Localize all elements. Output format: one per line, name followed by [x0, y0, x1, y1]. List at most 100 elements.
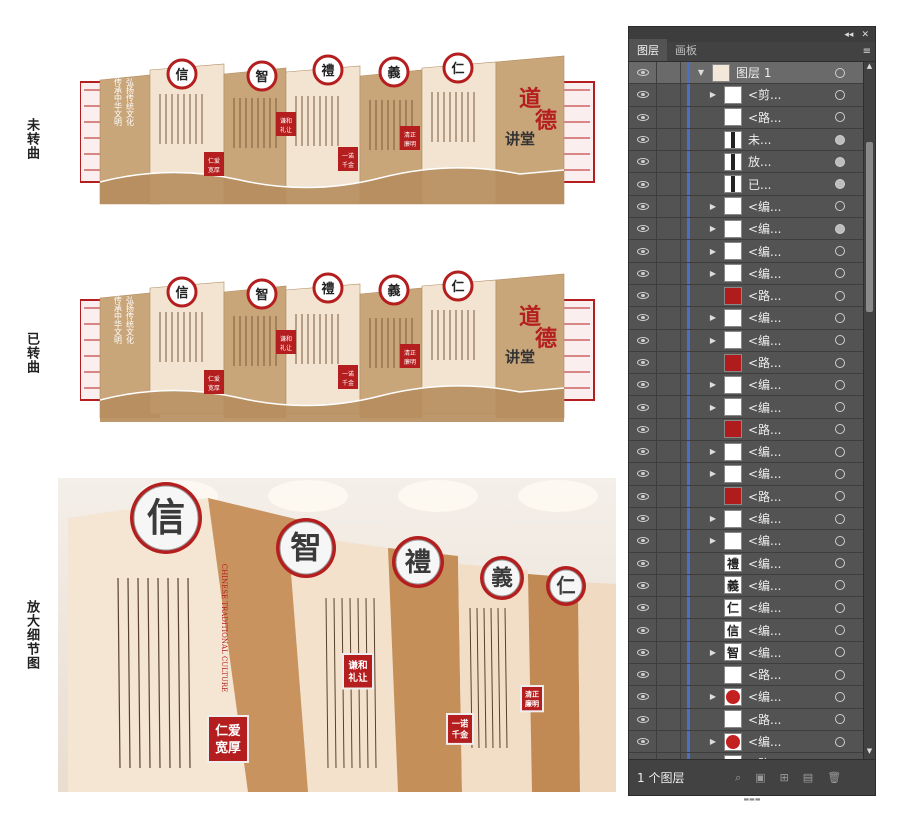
- expand-triangle-icon[interactable]: ▶: [706, 247, 720, 256]
- layer-row[interactable]: ▼ 图层 1: [629, 62, 875, 85]
- lock-toggle[interactable]: [657, 463, 681, 485]
- target-circle-icon[interactable]: [835, 246, 845, 257]
- lock-toggle[interactable]: [657, 619, 681, 641]
- layer-name[interactable]: <编...: [748, 443, 835, 460]
- layer-row[interactable]: ▶ <编...: [629, 218, 875, 241]
- expand-triangle-icon[interactable]: ▶: [706, 224, 720, 233]
- target-circle-icon[interactable]: [835, 714, 845, 725]
- visibility-eye-icon[interactable]: [629, 530, 657, 552]
- layer-name[interactable]: <剪...: [748, 86, 835, 103]
- expand-triangle-icon[interactable]: ▶: [706, 514, 720, 523]
- layer-name[interactable]: <编...: [748, 644, 835, 661]
- expand-triangle-icon[interactable]: ▶: [706, 90, 720, 99]
- target-circle-icon[interactable]: [835, 602, 845, 613]
- lock-toggle[interactable]: [657, 240, 681, 262]
- lock-toggle[interactable]: [657, 128, 681, 151]
- collapse-icon[interactable]: ◂◂: [844, 30, 853, 40]
- scrollbar-thumb[interactable]: [866, 142, 873, 312]
- visibility-eye-icon[interactable]: [629, 151, 657, 173]
- tab-artboards[interactable]: 画板: [667, 39, 705, 61]
- target-circle-icon[interactable]: [835, 468, 845, 479]
- visibility-eye-icon[interactable]: [629, 686, 657, 708]
- layer-name[interactable]: <编...: [748, 198, 835, 215]
- layer-name[interactable]: <编...: [748, 577, 835, 594]
- scroll-down-icon[interactable]: ▼: [864, 747, 875, 759]
- lock-toggle[interactable]: [657, 195, 681, 218]
- layer-row[interactable]: 禮 <编...: [629, 552, 875, 575]
- lock-toggle[interactable]: [657, 106, 681, 128]
- lock-toggle[interactable]: [657, 173, 681, 195]
- visibility-eye-icon[interactable]: [629, 374, 657, 396]
- lock-toggle[interactable]: [657, 552, 681, 574]
- lock-toggle[interactable]: [657, 262, 681, 284]
- lock-toggle[interactable]: [657, 284, 681, 307]
- layer-row[interactable]: ▶ <编...: [629, 195, 875, 219]
- target-circle-icon[interactable]: [835, 513, 845, 524]
- expand-triangle-icon[interactable]: ▶: [706, 403, 720, 412]
- layer-name[interactable]: <编...: [748, 532, 835, 549]
- layer-row[interactable]: <路...: [629, 418, 875, 442]
- expand-triangle-icon[interactable]: ▶: [706, 737, 720, 746]
- visibility-eye-icon[interactable]: [629, 128, 657, 151]
- target-circle-icon[interactable]: [835, 558, 845, 569]
- visibility-eye-icon[interactable]: [629, 664, 657, 686]
- lock-toggle[interactable]: [657, 84, 681, 106]
- target-circle-icon[interactable]: [835, 691, 845, 702]
- tab-layers[interactable]: 图层: [629, 39, 667, 61]
- delete-layer-icon[interactable]: 🗑: [827, 771, 841, 784]
- locate-object-icon[interactable]: ⌕: [735, 771, 741, 785]
- layer-name[interactable]: <编...: [748, 220, 835, 237]
- target-circle-icon[interactable]: [835, 290, 845, 301]
- target-circle-icon[interactable]: [835, 580, 845, 591]
- target-circle-icon[interactable]: [835, 669, 845, 680]
- target-circle-icon[interactable]: [835, 89, 845, 100]
- target-circle-icon[interactable]: [835, 647, 845, 658]
- layer-name[interactable]: <编...: [748, 733, 835, 750]
- expand-triangle-icon[interactable]: ▶: [706, 692, 720, 701]
- layer-row[interactable]: 仁 <编...: [629, 597, 875, 620]
- layer-name[interactable]: <编...: [748, 265, 835, 282]
- target-circle-icon[interactable]: [835, 312, 845, 323]
- lock-toggle[interactable]: [657, 530, 681, 552]
- layer-name[interactable]: <路...: [748, 421, 835, 438]
- lock-toggle[interactable]: [657, 686, 681, 708]
- layer-row[interactable]: ▶ <编...: [629, 507, 875, 531]
- expand-triangle-icon[interactable]: ▶: [706, 269, 720, 278]
- layer-row[interactable]: ▶ <编...: [629, 240, 875, 263]
- clipping-mask-icon[interactable]: ▣: [755, 771, 765, 784]
- lock-toggle[interactable]: [657, 151, 681, 173]
- target-circle-icon[interactable]: [835, 446, 845, 457]
- expand-triangle-icon[interactable]: ▼: [694, 68, 708, 77]
- layer-name[interactable]: <路...: [748, 287, 835, 304]
- layer-name[interactable]: <编...: [748, 688, 835, 705]
- layer-name[interactable]: <编...: [748, 399, 835, 416]
- layer-name[interactable]: <编...: [748, 309, 835, 326]
- visibility-eye-icon[interactable]: [629, 284, 657, 307]
- layer-row[interactable]: ▶ <剪...: [629, 84, 875, 107]
- layer-name[interactable]: 图层 1: [736, 64, 835, 81]
- layer-row[interactable]: <路...: [629, 664, 875, 687]
- layer-name[interactable]: <编...: [748, 332, 835, 349]
- scroll-up-icon[interactable]: ▲: [864, 62, 875, 74]
- target-circle-icon[interactable]: [835, 134, 845, 145]
- expand-triangle-icon[interactable]: ▶: [706, 202, 720, 211]
- layer-name[interactable]: <编...: [748, 510, 835, 527]
- visibility-eye-icon[interactable]: [629, 173, 657, 195]
- lock-toggle[interactable]: [657, 641, 681, 664]
- target-circle-icon[interactable]: [835, 268, 845, 279]
- target-circle-icon[interactable]: [835, 736, 845, 747]
- layer-row[interactable]: ▶ <编...: [629, 374, 875, 397]
- layer-row[interactable]: 信 <编...: [629, 619, 875, 642]
- visibility-eye-icon[interactable]: [629, 708, 657, 730]
- target-circle-icon[interactable]: [835, 491, 845, 502]
- layer-row[interactable]: 已...: [629, 173, 875, 196]
- visibility-eye-icon[interactable]: [629, 597, 657, 619]
- lock-toggle[interactable]: [657, 485, 681, 507]
- visibility-eye-icon[interactable]: [629, 307, 657, 329]
- visibility-eye-icon[interactable]: [629, 574, 657, 597]
- layers-scrollbar[interactable]: ▲ ▼: [863, 62, 875, 759]
- layer-name[interactable]: <路...: [748, 109, 835, 126]
- layer-row[interactable]: ▶ <编...: [629, 686, 875, 709]
- visibility-eye-icon[interactable]: [629, 641, 657, 664]
- visibility-eye-icon[interactable]: [629, 418, 657, 441]
